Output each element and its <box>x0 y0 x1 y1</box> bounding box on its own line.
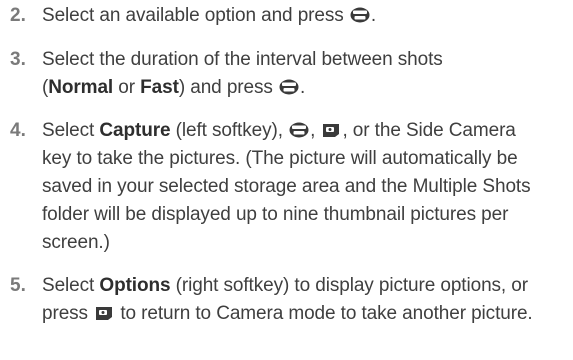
step-number: 4. <box>10 120 26 141</box>
camera-key-icon <box>323 124 340 137</box>
step-number: 2. <box>10 5 26 26</box>
step-text: Select Options (right softkey) to displa… <box>42 275 533 324</box>
menu-ok-key-icon <box>350 7 370 23</box>
step-number: 5. <box>10 275 26 296</box>
menu-ok-key-icon <box>289 122 309 138</box>
step-text: Select the duration of the interval betw… <box>42 49 443 98</box>
step-text: Select Capture (left softkey), , , or th… <box>42 120 531 253</box>
manual-page: 2. Select an available option and press … <box>0 0 573 360</box>
step-text: Select an available option and press . <box>42 5 377 26</box>
camera-key-icon <box>96 307 113 320</box>
step-number: 3. <box>10 49 26 70</box>
menu-ok-key-icon <box>279 79 299 95</box>
